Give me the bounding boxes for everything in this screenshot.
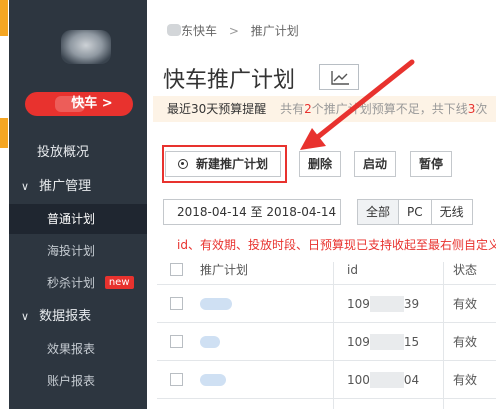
table-row[interactable]: 109 15 有效: [157, 323, 496, 361]
row-check-cell: [170, 361, 183, 398]
kuaiche-button[interactable]: 快车 >: [25, 92, 133, 116]
row-checkbox[interactable]: [170, 297, 183, 310]
plan-table: 推广计划 id 状态 109 39 有效 109 15 有效 100 04 有效: [157, 255, 496, 399]
blurred-mask: [167, 24, 181, 36]
sidebar-item-overview[interactable]: 投放概况: [9, 138, 147, 168]
plan-name-cell: [200, 285, 232, 322]
sidebar-item-label: 数据报表: [39, 309, 92, 324]
page-title: 快车推广计划: [163, 68, 296, 93]
notice-title: 最近30天预算提醒: [167, 102, 267, 116]
plan-status: 有效: [453, 335, 478, 349]
plan-id-cell: 100 04: [347, 361, 419, 398]
notice-text-part: 共有: [280, 102, 305, 116]
chevron-down-icon: ∨: [21, 180, 30, 193]
plan-name-cell: [200, 361, 226, 398]
new-plan-label: 新建推广计划: [195, 157, 268, 171]
sidebar-item-effect-report[interactable]: 效果报表: [9, 334, 147, 364]
sidebar-item-label: 投放概况: [37, 145, 90, 160]
pause-button[interactable]: 暂停: [410, 151, 452, 177]
select-all-cell: [170, 255, 183, 284]
edge-accent-top: [0, 0, 8, 36]
col-status[interactable]: 状态: [453, 255, 477, 284]
new-badge: new: [104, 276, 134, 289]
edge-accent-mid: [0, 118, 8, 148]
sidebar-group-reports[interactable]: ∨ 数据报表: [9, 302, 147, 332]
breadcrumb: 东快车 > 推广计划: [167, 22, 299, 39]
row-check-cell: [170, 285, 183, 322]
col-plan[interactable]: 推广计划: [200, 255, 248, 284]
breadcrumb-link[interactable]: 东快车: [181, 24, 217, 38]
sidebar-item-account-report[interactable]: 账户报表: [9, 366, 147, 396]
filter-all[interactable]: 全部: [357, 199, 400, 225]
plan-name[interactable]: [200, 373, 226, 386]
row-checkbox[interactable]: [170, 335, 183, 348]
filter-pc[interactable]: PC: [398, 199, 432, 225]
notice-count: 2: [304, 102, 312, 116]
sidebar-item-label: 海投计划: [47, 244, 96, 258]
chart-button[interactable]: [319, 64, 359, 90]
filter-wireless[interactable]: 无线: [430, 199, 473, 225]
sidebar: 快车 > 投放概况 ∨ 推广管理 普通计划 海投计划 秒杀计划 new ∨ 数据…: [9, 0, 147, 409]
notice-text-part: 个推广计划预算不足，共下线: [311, 102, 468, 116]
sidebar-item-label: 普通计划: [47, 212, 96, 226]
breadcrumb-separator: >: [228, 24, 239, 38]
table-row[interactable]: 109 39 有效: [157, 285, 496, 323]
plan-id-suffix: 15: [403, 334, 420, 349]
line-chart-icon: [331, 71, 349, 85]
blurred-mask: [369, 295, 404, 312]
chevron-down-icon: ∨: [21, 310, 30, 323]
sidebar-item-flash-plan[interactable]: 秒杀计划 new: [9, 268, 147, 298]
plan-status: 有效: [453, 373, 478, 387]
sidebar-item-label: 推广管理: [39, 179, 92, 194]
plan-id-suffix: 39: [403, 296, 420, 311]
sidebar-group-promotion[interactable]: ∨ 推广管理: [9, 172, 147, 202]
logo-area: [9, 0, 147, 88]
select-all-checkbox[interactable]: [170, 263, 183, 276]
notice-text: 共有2个推广计划预算不足，共下线3次: [280, 102, 487, 116]
plan-id-prefix: 109: [347, 334, 370, 349]
logo: [61, 30, 111, 64]
col-id[interactable]: id: [347, 255, 358, 284]
plan-status: 有效: [453, 297, 478, 311]
row-checkbox[interactable]: [170, 373, 183, 386]
notice-text-part: 次: [475, 102, 488, 116]
left-edge-strip: [0, 0, 9, 409]
table-row[interactable]: 100 04 有效: [157, 361, 496, 399]
plan-id-prefix: 100: [347, 372, 370, 387]
sidebar-item-label: 账户报表: [47, 374, 96, 388]
start-button[interactable]: 启动: [354, 151, 396, 177]
kuaiche-button-label: 快车 >: [71, 96, 113, 111]
sidebar-item-sea-plan[interactable]: 海投计划: [9, 236, 147, 266]
budget-notice: 最近30天预算提醒 共有2个推广计划预算不足，共下线3次: [153, 96, 496, 122]
sidebar-item-label: 效果报表: [47, 342, 96, 356]
column-hint: id、有效期、投放时段、日预算现已支持收起至最右侧自定义: [177, 238, 496, 252]
delete-button[interactable]: 删除: [299, 151, 341, 177]
plan-id-cell: 109 39: [347, 285, 419, 322]
plan-name-cell: [200, 323, 220, 360]
main-content: 东快车 > 推广计划 快车推广计划 最近30天预算提醒 共有2个推广计划预算不足…: [147, 0, 496, 409]
plan-id-prefix: 109: [347, 296, 370, 311]
plan-id-cell: 109 15: [347, 323, 419, 360]
breadcrumb-current: 推广计划: [250, 24, 299, 38]
new-plan-button[interactable]: 新建推广计划: [165, 151, 281, 177]
plan-name[interactable]: [200, 297, 232, 310]
platform-filter: 全部 PC 无线: [357, 199, 473, 225]
table-header: 推广计划 id 状态: [157, 255, 496, 285]
plan-name[interactable]: [200, 335, 220, 348]
sidebar-item-normal-plan[interactable]: 普通计划: [9, 204, 147, 234]
plan-id-suffix: 04: [403, 372, 420, 387]
target-circle-icon: [177, 159, 188, 169]
date-range-picker[interactable]: 2018-04-14 至 2018-04-14: [163, 199, 341, 225]
blurred-mask: [369, 371, 404, 388]
blurred-mask: [369, 333, 404, 350]
sidebar-item-label: 秒杀计划: [47, 276, 96, 290]
row-check-cell: [170, 323, 183, 360]
